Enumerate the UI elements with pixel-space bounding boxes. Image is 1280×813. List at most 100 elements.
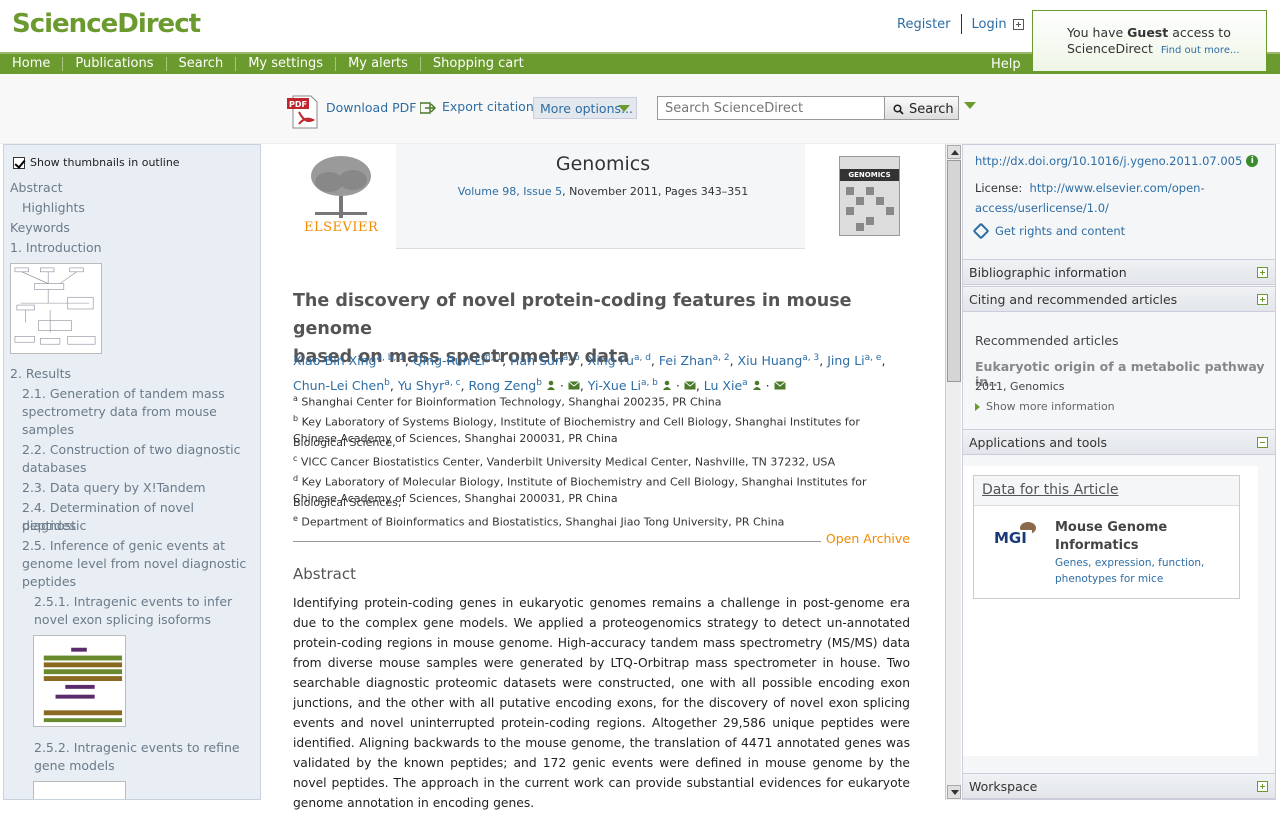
thumbnails-checkbox[interactable]	[13, 156, 25, 169]
search-button-label: Search	[909, 102, 954, 117]
open-archive-row: Open Archive	[293, 530, 910, 546]
guest-bold: Guest	[1127, 25, 1169, 40]
applications-tools-section[interactable]: Applications and tools	[963, 429, 1275, 455]
license-link-cont[interactable]: access/userlicense/1.0/	[975, 201, 1109, 215]
info-icon[interactable]: i	[1246, 155, 1259, 167]
author-link[interactable]: Jing Li	[827, 353, 864, 368]
figure-thumbnail-3[interactable]	[33, 781, 126, 799]
abstract-heading: Abstract	[293, 565, 356, 583]
show-more-info[interactable]: Show more information	[975, 400, 1115, 413]
nav-search[interactable]: Search	[167, 57, 237, 71]
author-link[interactable]: Xiu Huang	[738, 353, 803, 368]
outline-highlights[interactable]: Highlights	[22, 199, 85, 217]
outline-2-5[interactable]: 2.5. Inference of genic events at	[22, 537, 225, 555]
elsevier-wordmark: ELSEVIER	[304, 220, 379, 235]
mgi-description[interactable]: Genes, expression, function, phenotypes …	[1055, 555, 1225, 587]
outline-2-5-2[interactable]: 2.5.2. Intragenic events to refine	[34, 739, 240, 757]
cover-title: GENOMICS	[840, 169, 899, 181]
download-pdf-link[interactable]: Download PDF	[326, 100, 416, 115]
nav-my-alerts[interactable]: My alerts	[336, 57, 421, 71]
get-rights-row[interactable]: Get rights and content	[972, 222, 1125, 240]
get-rights-link[interactable]: Get rights and content	[995, 224, 1125, 238]
outline-2-2[interactable]: 2.2. Construction of two diagnostic	[22, 441, 241, 459]
scroll-down-icon[interactable]	[947, 785, 961, 799]
outline-results[interactable]: 2. Results	[10, 365, 71, 383]
nav-publications[interactable]: Publications	[63, 57, 167, 71]
guest-text-2: access to	[1168, 25, 1231, 40]
abstract-text: Identifying protein-coding genes in euka…	[293, 596, 910, 810]
sciencedirect-logo[interactable]: ScienceDirect	[12, 9, 201, 39]
outline-2-5-1-cont: novel exon splicing isoforms	[34, 612, 211, 627]
article-title-line-1: The discovery of novel protein-coding fe…	[293, 291, 852, 339]
search-options-arrow-icon[interactable]	[964, 102, 976, 109]
section-title: Workspace	[969, 779, 1038, 794]
expand-icon[interactable]	[1257, 294, 1268, 305]
author-link[interactable]: Xiao-Bin Xing	[293, 353, 376, 368]
triangle-right-icon	[975, 402, 980, 411]
volume-issue-link[interactable]: Volume 98, Issue 5	[458, 185, 562, 198]
doi-row: http://dx.doi.org/10.1016/j.ygeno.2011.0…	[975, 154, 1259, 168]
author-affil: a, d	[633, 353, 651, 363]
outline-2-5-1[interactable]: 2.5.1. Intragenic events to infer	[34, 593, 232, 611]
mgi-title[interactable]: Mouse Genome Informatics	[1055, 519, 1225, 555]
outline-2-5-cont: genome level from novel diagnostic	[22, 556, 247, 571]
mgi-desc-line-1: Genes, expression, function,	[1055, 557, 1205, 569]
author-affil: b, 1	[484, 353, 503, 363]
outline-keywords[interactable]: Keywords	[10, 219, 70, 237]
nav-help[interactable]: Help	[991, 57, 1021, 72]
open-archive-badge[interactable]: Open Archive	[826, 531, 910, 546]
author-affil: a	[742, 378, 748, 389]
export-citation-link[interactable]: Export citation	[442, 99, 534, 114]
data-for-article-heading[interactable]: Data for this Article	[974, 476, 1239, 506]
login-link[interactable]: Login	[972, 17, 1024, 32]
outline-2-4-cont: peptides	[22, 518, 77, 533]
affil-text: VICC Cancer Biostatistics Center, Vander…	[300, 455, 836, 469]
figure-thumbnail[interactable]	[10, 263, 102, 354]
search-input[interactable]	[657, 96, 885, 120]
author-link[interactable]: Xing Fu	[588, 353, 634, 368]
login-label: Login	[971, 16, 1007, 32]
outline-2-5-cont2: peptides	[22, 574, 77, 589]
outline-2-3[interactable]: 2.3. Data query by X!Tandem	[22, 479, 206, 497]
show-thumbnails-toggle[interactable]: Show thumbnails in outline	[13, 156, 180, 169]
volume-date-pages: , November 2011, Pages 343–351	[562, 185, 749, 198]
register-link[interactable]: Register	[897, 17, 951, 32]
cover-grid	[846, 187, 894, 231]
expand-icon[interactable]	[1257, 267, 1268, 278]
mgi-logo-text: MGI	[994, 529, 1027, 547]
outline-introduction[interactable]: 1. Introduction	[10, 239, 102, 257]
expand-icon[interactable]	[1257, 781, 1268, 792]
nav-home[interactable]: Home	[0, 57, 64, 71]
license-link[interactable]: http://www.elsevier.com/open-	[1030, 181, 1205, 195]
figure-thumbnail-2[interactable]	[33, 635, 126, 727]
author-link[interactable]: Fei Zhan	[659, 353, 713, 368]
journal-cover[interactable]: GENOMICS	[805, 144, 913, 249]
find-out-more-link[interactable]: Find out more...	[1161, 45, 1240, 56]
export-citation-icon	[420, 102, 436, 114]
citing-recommended-section[interactable]: Citing and recommended articles	[963, 286, 1275, 312]
doi-link[interactable]: http://dx.doi.org/10.1016/j.ygeno.2011.0…	[975, 154, 1242, 168]
article-scrollbar[interactable]	[945, 144, 961, 800]
outline-abstract[interactable]: Abstract	[10, 179, 62, 197]
author-link[interactable]: Han Sun	[510, 353, 563, 368]
scroll-up-icon[interactable]	[947, 145, 961, 159]
bibliographic-info-section[interactable]: Bibliographic information	[963, 259, 1275, 285]
nav-shopping-cart[interactable]: Shopping cart	[421, 57, 536, 71]
collapse-icon[interactable]	[1257, 437, 1268, 448]
mgi-logo[interactable]: MGI	[992, 520, 1038, 548]
search-button[interactable]: Search	[884, 96, 959, 120]
author-affil: b	[536, 378, 542, 389]
scrollbar-thumb[interactable]	[947, 160, 961, 382]
workspace-section[interactable]: Workspace	[963, 773, 1275, 799]
author-link[interactable]: Qing-Run Li	[413, 353, 485, 368]
affil-text: Chinese Academy of Sciences, Shanghai 20…	[293, 432, 618, 445]
dropdown-arrow-icon	[618, 105, 630, 112]
account-links: Register Login	[897, 14, 1024, 34]
mgi-title-line-2: Informatics	[1055, 538, 1139, 553]
pdf-icon[interactable]: PDF	[287, 94, 319, 130]
nav-my-settings[interactable]: My settings	[236, 57, 337, 71]
right-sidebar: http://dx.doi.org/10.1016/j.ygeno.2011.0…	[962, 144, 1276, 800]
more-options-dropdown[interactable]: More options...	[533, 97, 637, 119]
affil-text: Department of Bioinformatics and Biostat…	[301, 515, 785, 529]
outline-2-1[interactable]: 2.1. Generation of tandem mass	[22, 385, 225, 403]
